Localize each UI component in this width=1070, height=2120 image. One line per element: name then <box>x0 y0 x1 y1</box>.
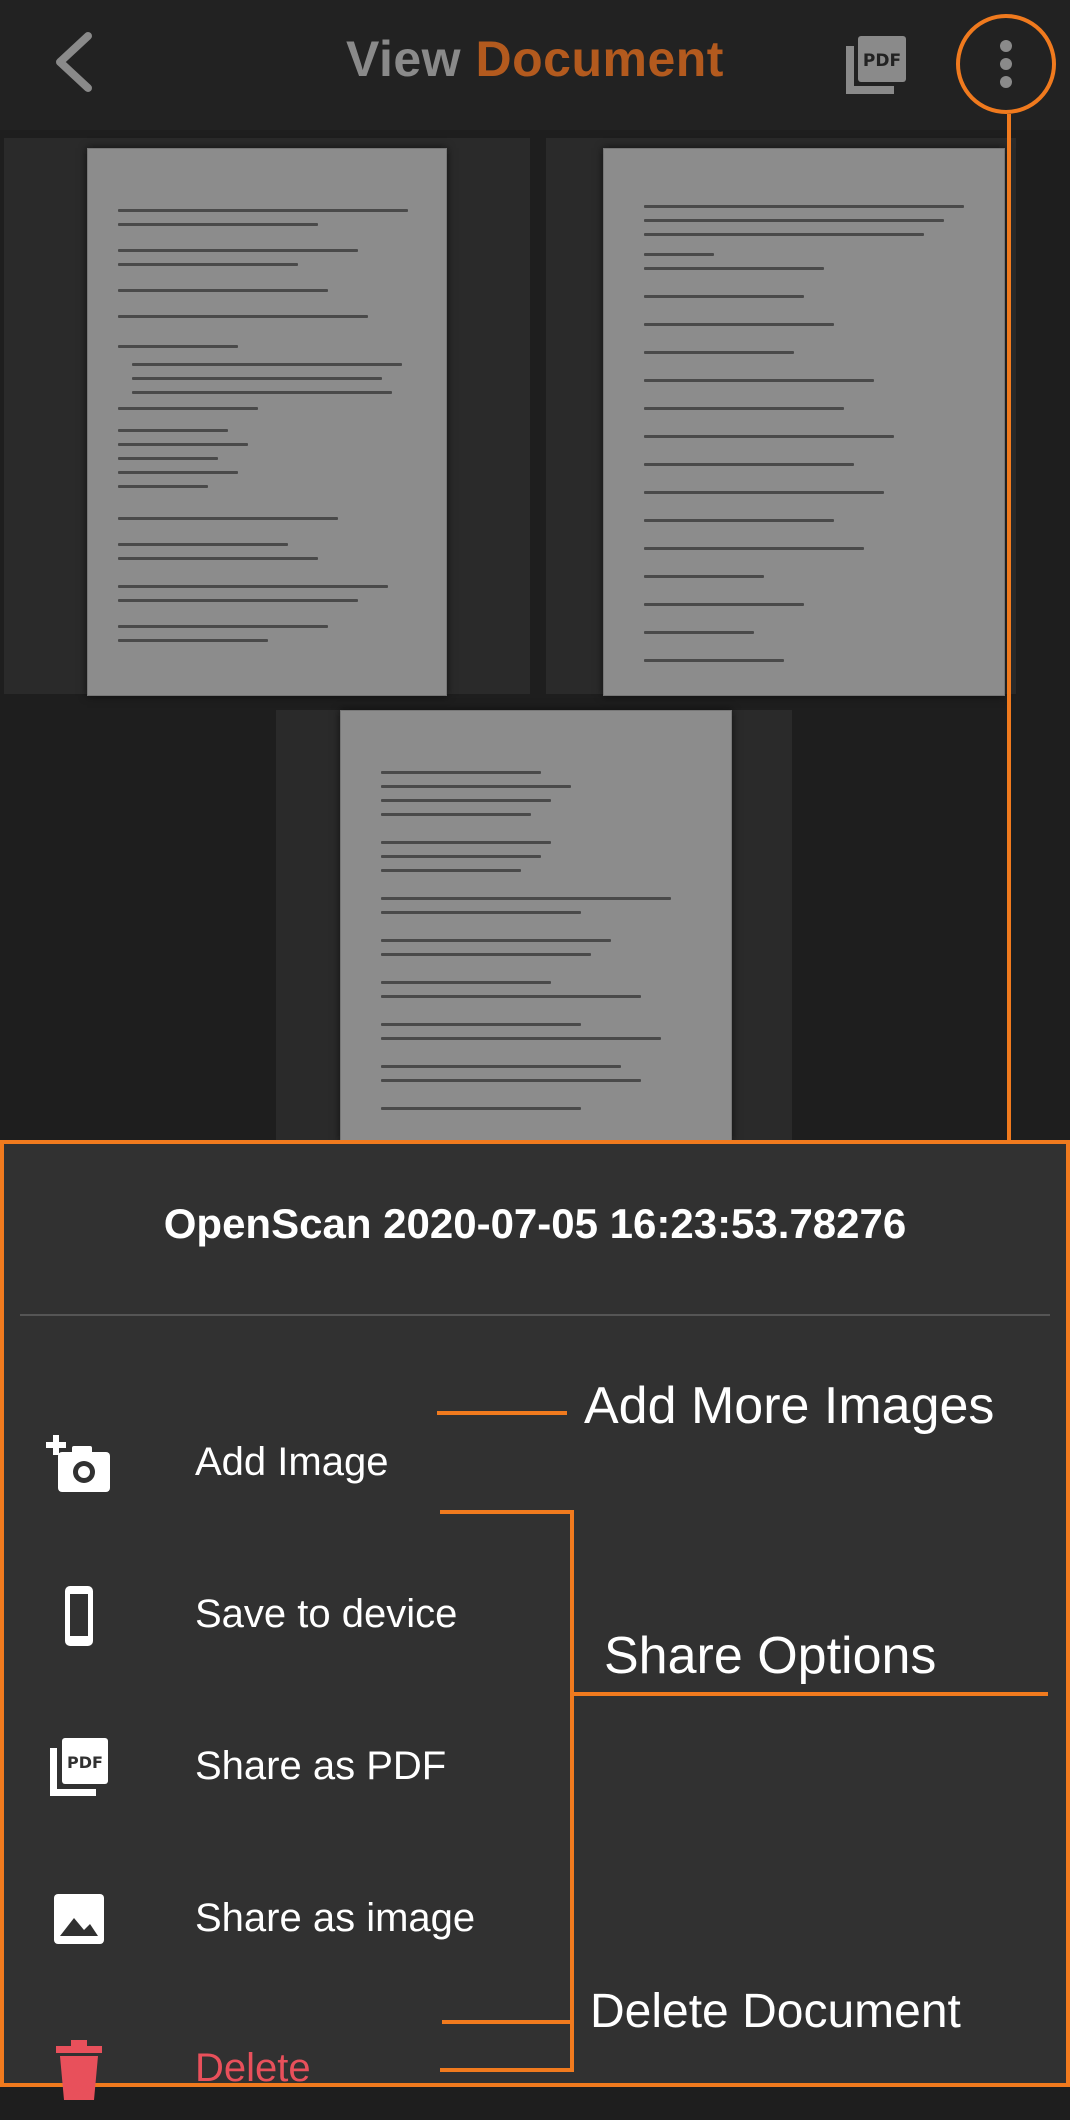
page-thumbnail-3[interactable] <box>340 710 732 1142</box>
pdf-button[interactable]: PDF <box>842 34 910 98</box>
annotation-line-add <box>437 1411 567 1415</box>
pdf-icon: PDF <box>50 1738 108 1796</box>
app-bar: View Document PDF <box>0 0 1070 130</box>
annotation-delete-document: Delete Document <box>590 1985 961 2038</box>
trash-icon <box>56 2040 102 2100</box>
page-thumbnail-2[interactable] <box>603 148 1005 696</box>
image-icon <box>54 1894 104 1944</box>
share-pdf-item[interactable]: PDF Share as PDF <box>4 1718 564 1818</box>
add-image-item[interactable]: Add Image <box>4 1414 564 1514</box>
share-image-label: Share as image <box>195 1896 476 1940</box>
annotation-line-delete <box>442 2020 572 2024</box>
annotation-line-share <box>570 1692 1048 1696</box>
annotation-bracket-bottom <box>440 2068 574 2072</box>
save-to-device-label: Save to device <box>195 1592 458 1636</box>
document-name: OpenScan 2020-07-05 16:23:53.78276 <box>163 1200 907 1247</box>
add-image-label: Add Image <box>195 1440 389 1484</box>
save-to-device-item[interactable]: Save to device <box>4 1566 564 1666</box>
share-image-item[interactable]: Share as image <box>4 1870 564 1970</box>
phone-icon <box>65 1586 93 1646</box>
page-thumbnail-1[interactable] <box>87 148 447 696</box>
pdf-icon: PDF <box>846 36 906 94</box>
annotation-add-more-images: Add More Images <box>584 1377 995 1435</box>
share-pdf-label: Share as PDF <box>195 1744 447 1788</box>
options-bottom-sheet: OpenScan 2020-07-05 16:23:53.78276 Add I… <box>0 1140 1070 2100</box>
svg-text:PDF: PDF <box>863 51 901 71</box>
highlight-circle <box>956 14 1056 114</box>
highlight-connector <box>1007 114 1011 1142</box>
delete-label: Delete <box>195 2046 311 2090</box>
annotation-bracket-vertical <box>570 1510 574 2072</box>
add-photo-icon <box>46 1435 110 1492</box>
divider <box>20 1314 1050 1316</box>
svg-text:PDF: PDF <box>67 1753 103 1772</box>
title-view: View <box>346 31 462 87</box>
annotation-bracket-top <box>440 1510 574 1514</box>
annotation-share-options: Share Options <box>604 1627 937 1685</box>
title-document: Document <box>475 31 724 87</box>
